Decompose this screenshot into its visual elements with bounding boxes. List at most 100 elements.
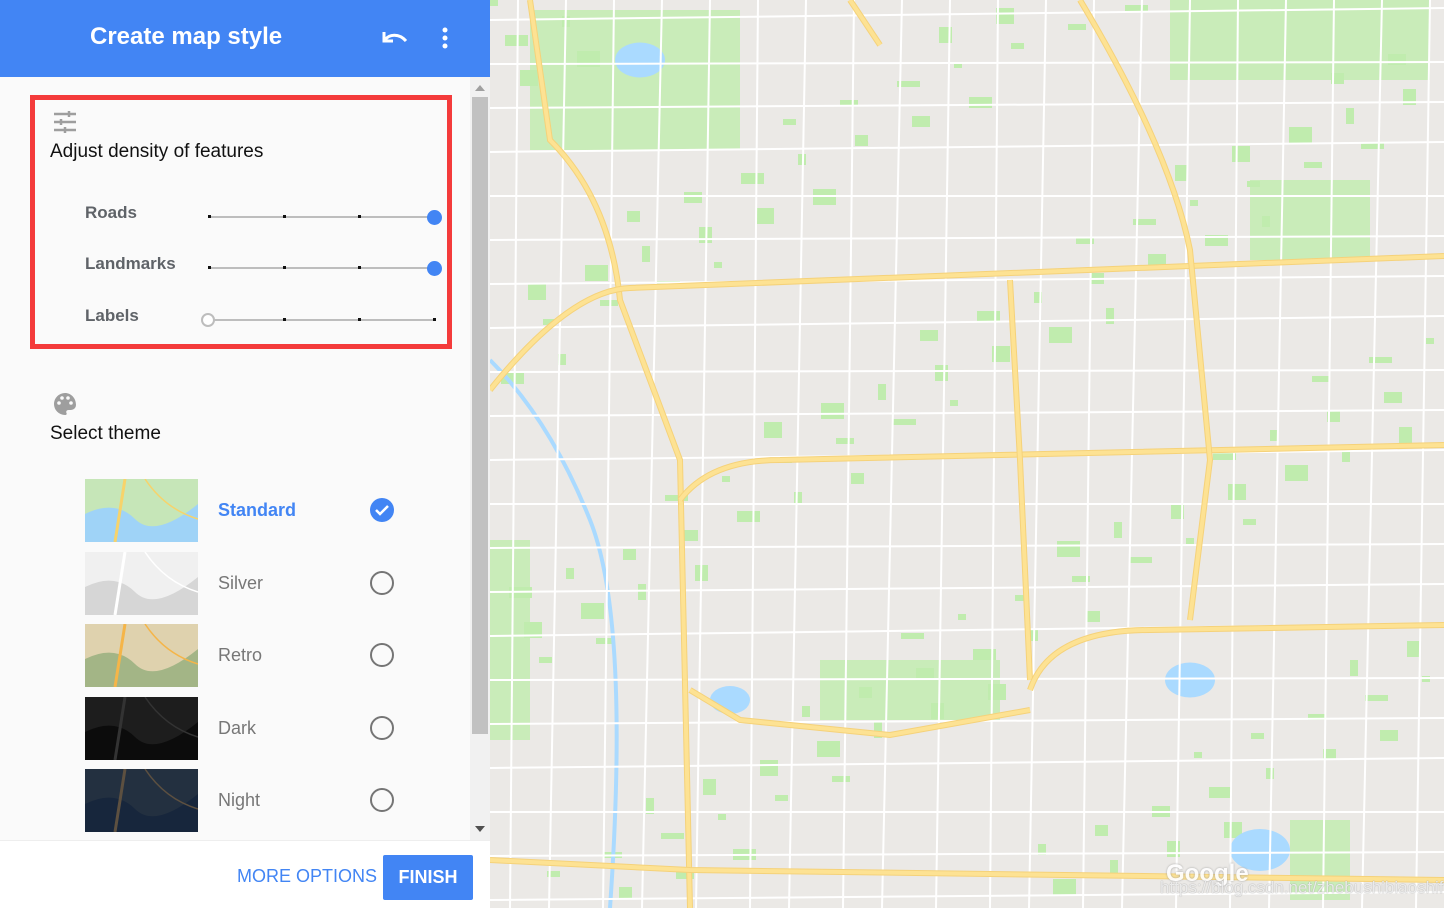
scroll-up-arrow[interactable]: [475, 85, 485, 91]
more-vert-icon[interactable]: [434, 24, 456, 52]
park: [1384, 392, 1402, 403]
park: [1304, 162, 1322, 168]
slider-tick: [208, 266, 211, 269]
park: [490, 540, 530, 740]
slider-track[interactable]: [208, 319, 436, 321]
park: [920, 330, 938, 341]
street: [1268, 0, 1287, 909]
park: [1087, 611, 1100, 622]
theme-option-retro[interactable]: Retro: [85, 624, 415, 687]
slider-track[interactable]: [208, 267, 436, 269]
park: [817, 741, 840, 757]
slider-knob[interactable]: [427, 261, 442, 276]
street: [489, 677, 1444, 681]
park: [1167, 841, 1180, 857]
scrollbar[interactable]: [470, 77, 490, 840]
street: [1361, 0, 1383, 909]
theme-option-standard[interactable]: Standard: [85, 479, 415, 542]
street: [788, 0, 807, 909]
map-canvas[interactable]: [487, 0, 1444, 909]
park: [1266, 768, 1274, 779]
slider-labels[interactable]: [201, 310, 436, 330]
park: [627, 211, 640, 222]
park: [1350, 660, 1358, 676]
theme-title: Select theme: [50, 423, 161, 444]
park: [1194, 752, 1202, 758]
theme-option-dark[interactable]: Dark: [85, 696, 415, 760]
park: [756, 208, 774, 224]
park: [600, 300, 618, 306]
park: [1049, 327, 1072, 343]
park: [718, 814, 726, 820]
park: [1228, 484, 1246, 500]
slider-knob[interactable]: [201, 313, 215, 327]
park: [566, 568, 574, 579]
street: [489, 543, 1444, 549]
lake: [710, 686, 750, 714]
lake: [1165, 662, 1215, 698]
map-roads[interactable]: [487, 0, 1444, 909]
park: [1247, 181, 1260, 187]
scrollbar-thumb[interactable]: [472, 97, 488, 734]
radio-button[interactable]: [370, 643, 394, 667]
park: [935, 365, 948, 381]
scroll-down-arrow[interactable]: [475, 826, 485, 832]
theme-option-silver[interactable]: Silver: [85, 551, 415, 615]
check-circle-icon[interactable]: [370, 498, 394, 522]
park: [821, 403, 844, 419]
park: [950, 400, 958, 406]
watermark: https://blog.csdn.net/zhebushibiaoshifu: [1160, 878, 1444, 897]
density-title: Adjust density of features: [50, 141, 264, 162]
slider-knob[interactable]: [427, 210, 442, 225]
slider-label-roads: Roads: [85, 203, 137, 222]
park: [1407, 641, 1420, 657]
park: [1361, 143, 1384, 149]
park: [1243, 519, 1256, 525]
street: [749, 0, 759, 909]
park: [802, 706, 810, 717]
radio-button[interactable]: [370, 570, 394, 595]
park: [1057, 541, 1080, 557]
slider-tick: [433, 318, 436, 321]
park: [1068, 24, 1086, 30]
park: [1190, 200, 1198, 206]
slider-tick: [358, 318, 361, 321]
slider-tick: [283, 266, 286, 269]
park: [855, 135, 868, 146]
page-title: Create map style: [90, 23, 283, 50]
park: [684, 192, 702, 203]
park: [988, 684, 1006, 700]
tune-icon: [54, 111, 76, 133]
park: [836, 438, 854, 444]
slider-roads[interactable]: [208, 207, 442, 227]
finish-button[interactable]: FINISH: [383, 855, 473, 900]
slider-tick: [358, 266, 361, 269]
slider-landmarks[interactable]: [208, 258, 442, 278]
theme-label: Silver: [218, 572, 264, 593]
park: [1312, 376, 1330, 382]
lake: [615, 42, 665, 78]
park: [958, 614, 966, 620]
slider-track[interactable]: [208, 216, 436, 218]
street: [1415, 0, 1431, 909]
park: [1285, 465, 1308, 481]
undo-icon[interactable]: [380, 24, 410, 52]
park: [977, 311, 1000, 322]
park: [1262, 216, 1270, 227]
slider-tick: [208, 215, 211, 218]
theme-label: Retro: [218, 645, 263, 665]
park: [1346, 108, 1354, 124]
radio-button[interactable]: [370, 715, 394, 740]
theme-option-night[interactable]: Night: [85, 769, 415, 832]
more-options-button[interactable]: MORE OPTIONS: [237, 866, 377, 887]
park: [1148, 254, 1166, 265]
park: [912, 116, 930, 127]
park: [619, 887, 632, 898]
theme-thumbnail: [85, 696, 198, 760]
street: [489, 583, 1444, 593]
park: [490, 0, 498, 6]
slider-label-landmarks: Landmarks: [85, 254, 176, 273]
park: [764, 422, 782, 438]
radio-button[interactable]: [370, 788, 394, 812]
park: [1011, 43, 1024, 49]
